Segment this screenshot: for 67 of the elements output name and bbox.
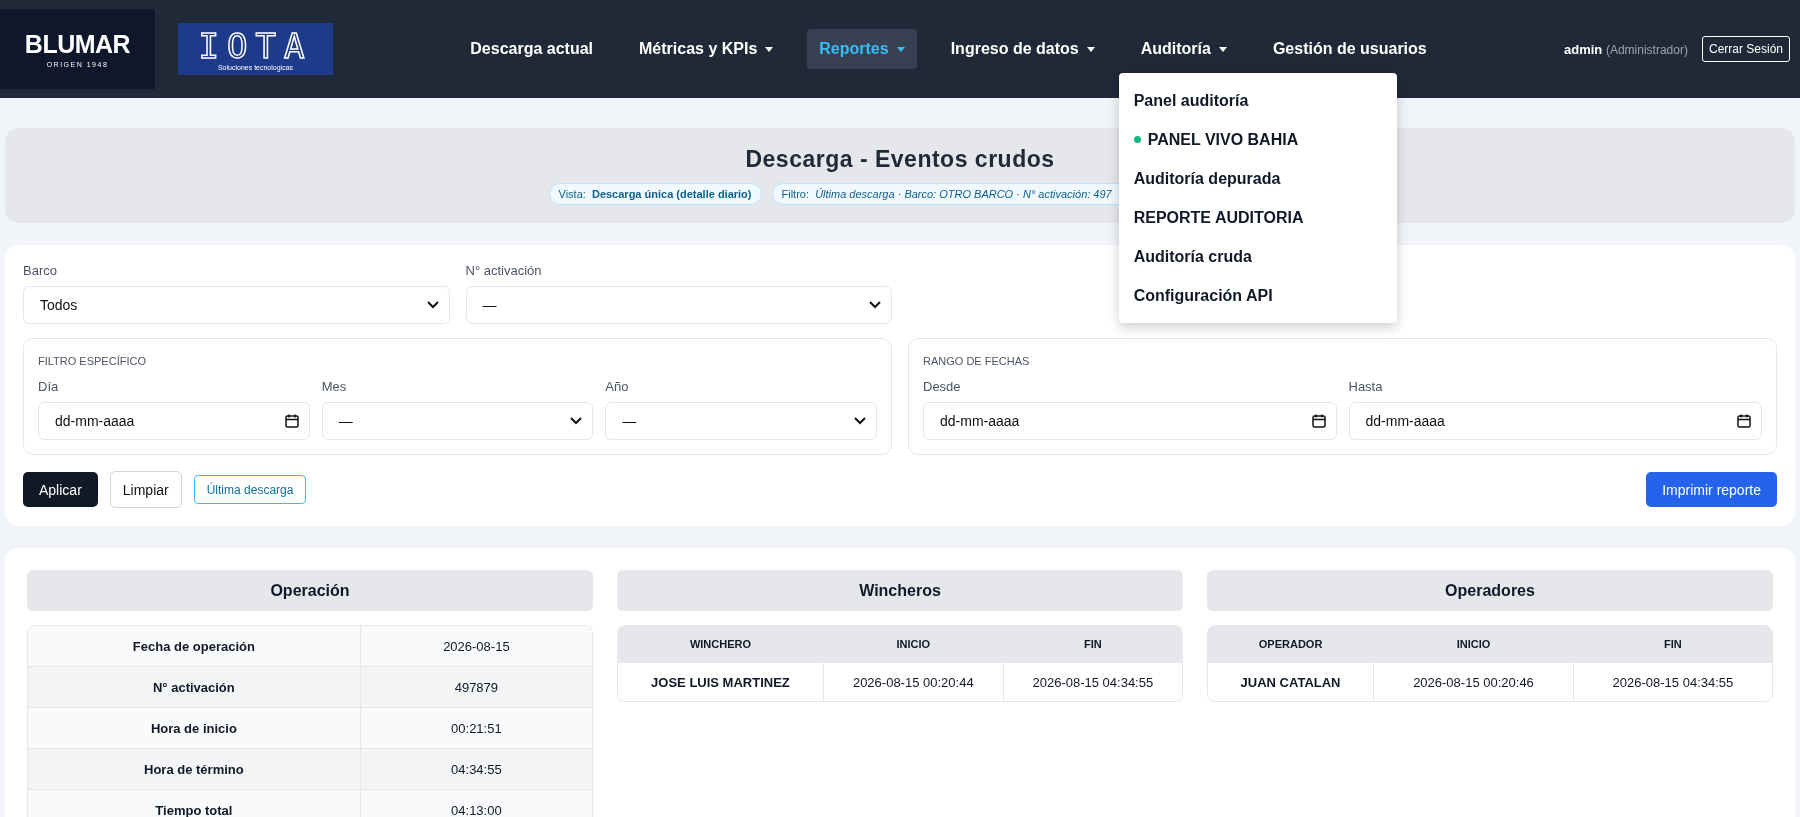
apply-button[interactable]: Aplicar (23, 472, 98, 507)
field-label: Barco (23, 263, 58, 278)
caret-icon (1086, 46, 1095, 52)
section-header: Operación (27, 570, 593, 611)
section-header: Wincheros (617, 570, 1183, 611)
table-cell: Tiempo total (28, 790, 361, 817)
page-title: Descarga - Eventos crudos (745, 146, 1055, 173)
menu-item-label: Auditoría cruda (1133, 247, 1252, 266)
chevron-down-icon (854, 417, 866, 425)
field-label: Día (38, 379, 60, 394)
calendar-icon (284, 414, 299, 428)
table-cell: 2026-08-15 00:20:46 (1374, 663, 1574, 701)
date-field[interactable]: dd-mm-aaaa (1348, 402, 1762, 440)
chevron-down-icon (570, 417, 583, 425)
menu-item[interactable]: PANEL VIVO BAHIA (1118, 120, 1397, 159)
last-download-button[interactable]: Última descarga (193, 475, 307, 504)
menu-item[interactable]: Auditoría cruda (1118, 237, 1397, 276)
nav-item[interactable]: Ingreso de datos (938, 29, 1107, 69)
nav-item[interactable]: Descarga actual (458, 29, 605, 69)
select-field[interactable]: Todos (23, 286, 450, 324)
field-label: N° activación (465, 263, 543, 278)
table-cell: JOSE LUIS MARTINEZ (618, 663, 824, 701)
section-header: Operadores (1207, 570, 1773, 611)
caret-icon (896, 46, 905, 52)
table-cell-text: 2026-08-15 04:34:55 (1031, 673, 1155, 692)
menu-item[interactable]: Configuración API (1118, 276, 1397, 315)
column-header: OPERADOR (1208, 626, 1375, 663)
calendar-icon (1311, 414, 1326, 428)
nav-item[interactable]: Gestión de usuarios (1260, 29, 1439, 69)
group-title: RANGO DE FECHAS (923, 355, 1031, 367)
nav-item[interactable]: Auditoría (1128, 29, 1239, 69)
select-field[interactable]: — (605, 402, 877, 440)
logout-button[interactable]: Cerrar Sesión (1701, 36, 1790, 62)
select-field[interactable]: — (321, 402, 594, 440)
caret-icon (765, 46, 774, 52)
field-label: Hasta (1348, 379, 1384, 394)
date-field[interactable]: dd-mm-aaaa (923, 402, 1337, 440)
chevron-down-icon (426, 301, 439, 309)
field-label: Año (605, 379, 630, 394)
column-header: INICIO (1374, 626, 1574, 663)
menu-item-label: REPORTE AUDITORIA (1133, 208, 1304, 227)
print-button[interactable]: Imprimir reporte (1646, 472, 1777, 507)
table-cell: JUAN CATALAN (1208, 663, 1375, 701)
view-pill: Vista: Descarga única (detalle diario) (548, 183, 762, 205)
column-header: WINCHERO (618, 626, 824, 663)
calendar-icon (1737, 414, 1751, 428)
select-field[interactable]: — (465, 286, 892, 324)
clear-button[interactable]: Limpiar (109, 471, 182, 508)
column-header: INICIO (823, 626, 1004, 663)
table-cell-text: 04:13:00 (450, 801, 503, 817)
nav-item[interactable]: Métricas y KPIs (627, 29, 786, 69)
table-cell: 2026-08-15 00:20:44 (823, 663, 1004, 701)
menu-item-label: Panel auditoría (1133, 91, 1249, 110)
table-cell-text: 2026-08-15 04:34:55 (1611, 673, 1735, 692)
caret-icon (1218, 46, 1227, 52)
group-title: FILTRO ESPECÍFICO (38, 355, 147, 367)
nav-item[interactable]: Reportes (807, 29, 917, 69)
field-label: Mes (321, 379, 348, 394)
user-name: admin (Administrador) (1564, 41, 1688, 57)
menu-item-label: Configuración API (1133, 286, 1273, 305)
column-header: FIN (1573, 626, 1772, 663)
chevron-down-icon (869, 301, 881, 309)
column-header: FIN (1003, 626, 1182, 663)
menu-item[interactable]: Panel auditoría (1118, 81, 1397, 120)
field-label: Desde (923, 379, 962, 394)
menu-item-label: PANEL VIVO BAHIA (1147, 130, 1299, 149)
date-field[interactable]: dd-mm-aaaa (38, 402, 310, 440)
